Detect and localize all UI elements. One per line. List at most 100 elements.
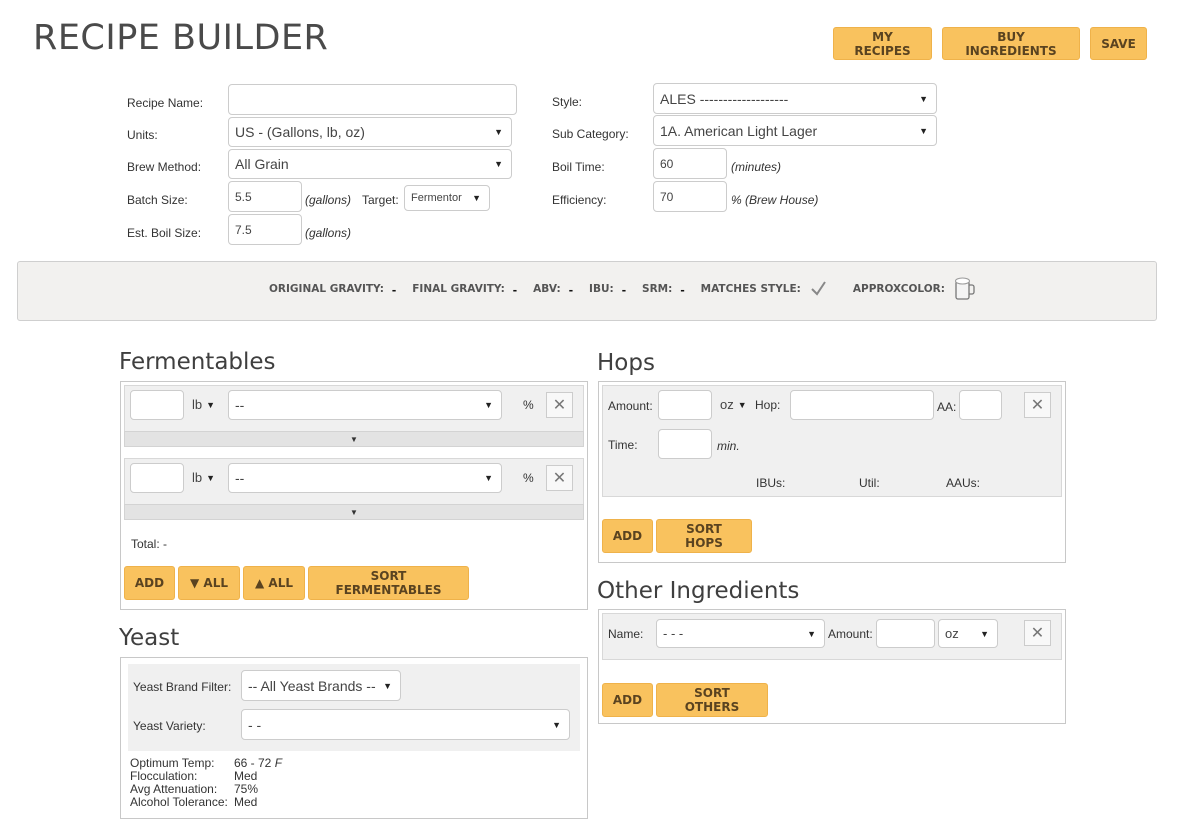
stats-summary-row: ORIGINAL GRAVITY: - FINAL GRAVITY: - ABV… — [269, 277, 977, 300]
chevron-down-icon: ▼ — [494, 127, 503, 137]
target-value: Fermentor — [411, 192, 462, 204]
fermentable-expand-toggle[interactable]: ▼ — [124, 504, 584, 520]
hop-time-input[interactable] — [658, 429, 712, 459]
boil-size-input[interactable]: 7.5 — [228, 214, 302, 245]
boil-size-unit: (gallons) — [305, 226, 352, 240]
brew-method-value: All Grain — [235, 156, 289, 172]
fermentable-unit-value: lb — [192, 470, 203, 485]
sort-others-button[interactable]: SORT OTHERS — [656, 683, 768, 717]
my-recipes-button[interactable]: MY RECIPES — [833, 27, 932, 60]
brew-method-select[interactable]: All Grain ▼ — [228, 149, 512, 179]
yeast-brand-label: Yeast Brand Filter: — [133, 680, 232, 694]
hop-name-input[interactable] — [790, 390, 934, 420]
efficiency-unit: % (Brew House) — [731, 193, 819, 207]
fermentable-grain-value: -- — [235, 397, 245, 413]
chevron-down-icon: ▼ — [919, 125, 928, 136]
chevron-down-icon: ▼ — [350, 507, 358, 517]
hop-aa-label: AA: — [937, 400, 957, 414]
hop-time-label: Time: — [608, 438, 638, 452]
abv-value: - — [568, 281, 574, 297]
boil-time-input[interactable]: 60 — [653, 148, 727, 179]
fermentable-amount-input[interactable] — [130, 463, 184, 493]
fermentable-grain-select[interactable]: -- ▼ — [228, 463, 502, 493]
hop-amount-input[interactable] — [658, 390, 712, 420]
hop-time-unit: min. — [717, 439, 740, 453]
add-fermentable-button[interactable]: ADD — [124, 566, 175, 600]
close-icon[interactable]: ✕ — [546, 392, 573, 418]
other-unit-select[interactable]: oz ▼ — [938, 619, 998, 648]
sub-category-label: Sub Category: — [552, 127, 629, 141]
close-icon[interactable]: ✕ — [1024, 620, 1051, 646]
fermentable-percent: % — [523, 471, 534, 485]
yeast-info-values: 66 - 72 F Med 75% Med — [234, 757, 282, 809]
add-hop-button[interactable]: ADD — [602, 519, 653, 553]
yeast-temp-unit: F — [274, 756, 283, 770]
srm-label: SRM: — [642, 283, 673, 295]
other-name-select[interactable]: - - - ▼ — [656, 619, 825, 648]
other-unit-value: oz — [945, 626, 959, 641]
sort-fermentables-button[interactable]: SORT FERMENTABLES — [308, 566, 469, 600]
sub-category-select[interactable]: 1A. American Light Lager ▼ — [653, 115, 937, 146]
efficiency-input[interactable]: 70 — [653, 181, 727, 212]
brew-method-label: Brew Method: — [127, 160, 202, 174]
hop-aaus-label: AAUs: — [946, 476, 981, 490]
chevron-down-icon: ▼ — [206, 399, 216, 410]
yeast-variety-label: Yeast Variety: — [133, 719, 206, 733]
hops-title: Hops — [597, 350, 655, 376]
boil-time-unit: (minutes) — [731, 160, 782, 174]
chevron-down-icon: ▼ — [552, 719, 561, 730]
chevron-down-icon: ▼ — [980, 628, 989, 639]
fermentable-expand-toggle[interactable]: ▼ — [124, 431, 584, 447]
ibu-label: IBU: — [589, 283, 614, 295]
other-name-value: - - - — [663, 626, 684, 641]
batch-size-unit: (gallons) — [305, 193, 352, 207]
matches-style-label: MATCHES STYLE: — [700, 283, 801, 295]
yeast-variety-value: - - — [248, 716, 262, 733]
fermentable-unit-select[interactable]: lb ▼ — [192, 397, 215, 412]
fermentables-total: Total: - — [131, 537, 168, 551]
collapse-all-button[interactable]: ▼ ALL — [178, 566, 240, 600]
other-ingredients-title: Other Ingredients — [597, 578, 800, 604]
yeast-title: Yeast — [119, 625, 180, 651]
chevron-down-icon: ▼ — [350, 434, 358, 444]
hop-util-label: Util: — [859, 476, 880, 490]
checkmark-icon — [811, 281, 826, 296]
srm-value: - — [680, 281, 685, 297]
style-select[interactable]: ALES ------------------- ▼ — [653, 83, 937, 114]
chevron-down-icon: ▼ — [484, 473, 493, 483]
close-icon[interactable]: ✕ — [546, 465, 573, 491]
fermentable-unit-value: lb — [192, 397, 203, 412]
batch-size-input[interactable]: 5.5 — [228, 181, 302, 212]
hop-aa-input[interactable] — [959, 390, 1002, 420]
chevron-down-icon: ▼ — [807, 628, 816, 639]
chevron-down-icon: ▼ — [383, 680, 392, 691]
other-amount-label: Amount: — [828, 627, 873, 641]
save-button[interactable]: SAVE — [1090, 27, 1147, 60]
target-label: Target: — [362, 193, 399, 207]
other-amount-input[interactable] — [876, 619, 935, 648]
yeast-variety-select[interactable]: - - ▼ — [241, 709, 570, 740]
hop-amount-label: Amount: — [608, 399, 653, 413]
recipe-name-input[interactable] — [228, 84, 517, 115]
fermentable-amount-input[interactable] — [130, 390, 184, 420]
fermentable-grain-select[interactable]: -- ▼ — [228, 390, 502, 420]
yeast-brand-value: -- All Yeast Brands -- — [248, 677, 376, 694]
expand-all-button[interactable]: ▲ ALL — [243, 566, 305, 600]
units-value: US - (Gallons, lb, oz) — [235, 124, 365, 140]
yeast-alcohol-tolerance-value: Med — [234, 795, 258, 809]
add-other-button[interactable]: ADD — [602, 683, 653, 717]
close-icon[interactable]: ✕ — [1024, 392, 1051, 418]
sort-hops-button[interactable]: SORT HOPS — [656, 519, 752, 553]
fermentable-unit-select[interactable]: lb ▼ — [192, 470, 215, 485]
yeast-brand-select[interactable]: -- All Yeast Brands -- ▼ — [241, 670, 401, 701]
units-select[interactable]: US - (Gallons, lb, oz) ▼ — [228, 117, 512, 147]
hop-unit-select[interactable]: oz ▼ — [720, 397, 747, 412]
boil-size-label: Est. Boil Size: — [127, 226, 202, 240]
chevron-down-icon: ▼ — [737, 399, 747, 410]
original-gravity-value: - — [391, 281, 397, 297]
target-select[interactable]: Fermentor ▼ — [404, 185, 490, 211]
batch-size-label: Batch Size: — [127, 193, 188, 207]
chevron-down-icon: ▼ — [472, 193, 481, 203]
other-name-label: Name: — [608, 627, 644, 641]
buy-ingredients-button[interactable]: BUY INGREDIENTS — [942, 27, 1080, 60]
